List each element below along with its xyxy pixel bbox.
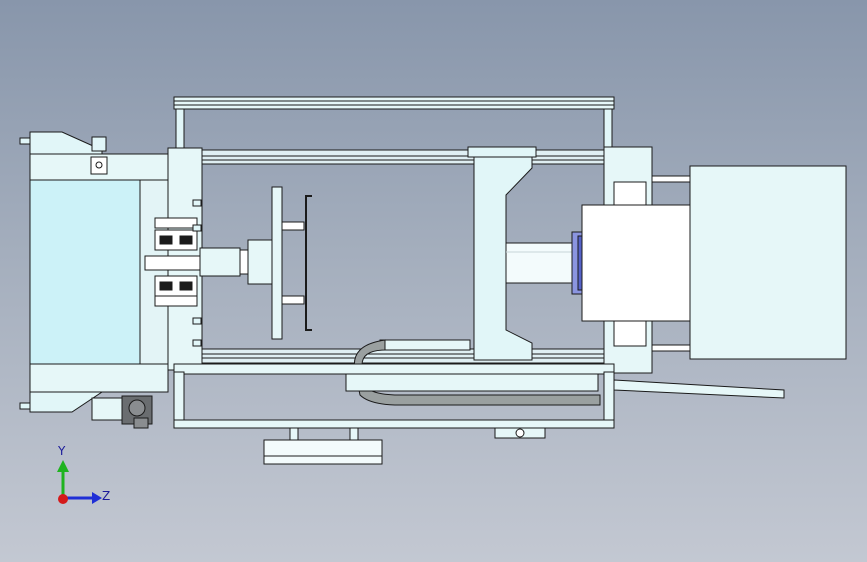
- pump-motor: [91, 395, 153, 429]
- hydraulic-unit: [689, 165, 847, 360]
- assembly-drawing: Y Z: [19, 96, 847, 504]
- top-guard-rail: [173, 96, 615, 150]
- left-drive-housing: [19, 131, 177, 413]
- lower-tie-rod: [173, 348, 615, 364]
- mold-plate: [271, 186, 312, 340]
- clamp-cylinder: [581, 146, 699, 374]
- z-axis-label: Z: [102, 489, 110, 503]
- x-axis-dot: [58, 494, 68, 504]
- z-axis-arrowhead: [92, 492, 102, 504]
- y-axis-label: Y: [57, 444, 66, 458]
- y-axis-arrowhead: [57, 460, 69, 472]
- clamp-ram: [505, 231, 587, 295]
- upper-tie-rod: [173, 149, 615, 165]
- axis-triad: Y Z: [57, 444, 110, 504]
- cad-viewport[interactable]: Y Z: [0, 0, 867, 562]
